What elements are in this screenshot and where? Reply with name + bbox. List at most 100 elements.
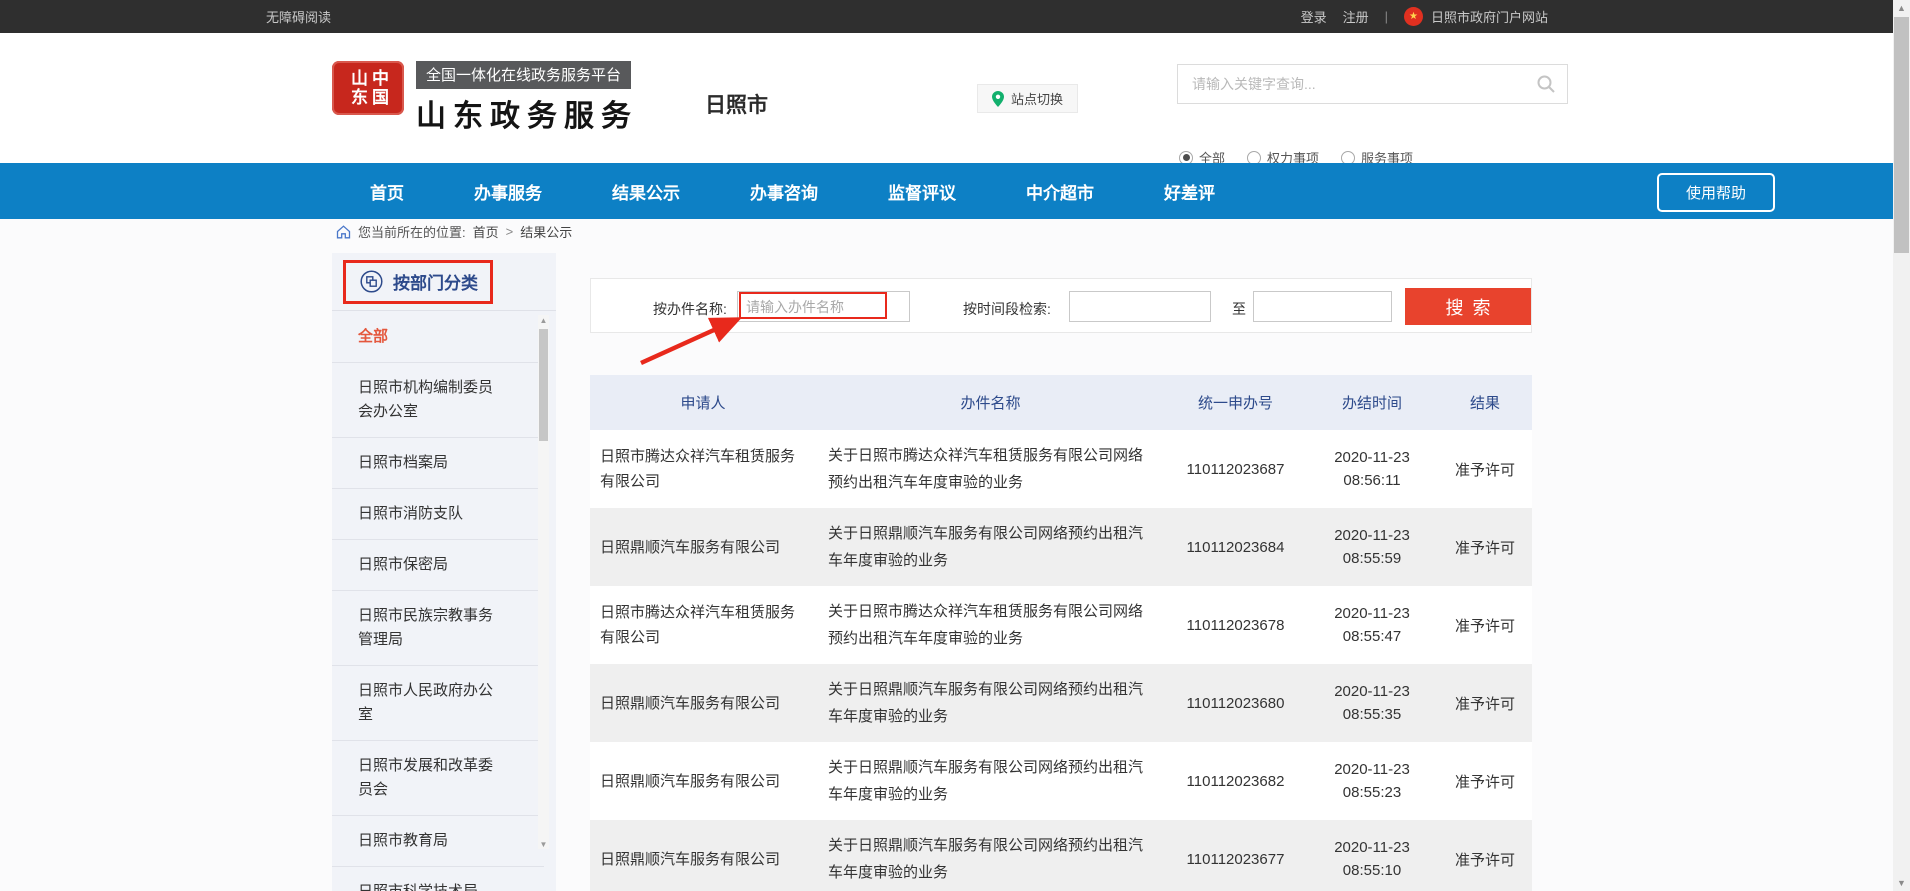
sidebar-item[interactable]: 日照市档案局 xyxy=(332,438,544,489)
nav-item-首页[interactable]: 首页 xyxy=(370,179,404,204)
site-switch-label: 站点切换 xyxy=(1011,89,1063,108)
sidebar-scroll-up-icon[interactable]: ▲ xyxy=(538,315,549,325)
cell-result: 准予许可 xyxy=(1438,771,1532,792)
sidebar-item[interactable]: 日照市教育局 xyxy=(332,816,544,867)
national-emblem-icon: ★ xyxy=(1404,7,1423,26)
home-icon xyxy=(336,225,351,239)
sidebar-item[interactable]: 全部 xyxy=(332,312,544,363)
sidebar-header: 按部门分类 xyxy=(332,253,556,311)
site-title: 山东政务服务 xyxy=(416,91,638,135)
nav-item-中介超市[interactable]: 中介超市 xyxy=(1026,179,1094,204)
cell-result: 准予许可 xyxy=(1438,537,1532,558)
cell-item-name: 关于日照鼎顺汽车服务有限公司网络预约出租汽车年度审验的业务 xyxy=(816,822,1165,891)
main-nav: 首页 办事服务 结果公示 办事咨询 监督评议 中介超市 好差评 使用帮助 xyxy=(0,163,1910,219)
cell-application-id: 110112023677 xyxy=(1165,851,1306,868)
department-category-icon xyxy=(360,270,383,293)
site-switch-button[interactable]: 站点切换 xyxy=(977,84,1078,113)
nav-item-监督评议[interactable]: 监督评议 xyxy=(888,179,956,204)
column-header: 申请人 xyxy=(590,392,816,413)
help-button[interactable]: 使用帮助 xyxy=(1657,173,1775,212)
search-button[interactable]: 搜索 xyxy=(1405,288,1531,325)
cell-applicant: 日照鼎顺汽车服务有限公司 xyxy=(590,837,816,882)
table-row: 日照市腾达众祥汽车租赁服务有限公司关于日照市腾达众祥汽车租赁服务有限公司网络预约… xyxy=(590,430,1532,508)
top-utility-bar: 无障碍阅读 登录 注册 | ★ 日照市政府门户网站 xyxy=(0,0,1910,33)
filter-date-label: 按时间段检索: xyxy=(963,299,1051,319)
search-icon[interactable] xyxy=(1525,74,1567,94)
date-to-input[interactable] xyxy=(1253,291,1392,322)
sidebar-scroll-down-icon[interactable]: ▼ xyxy=(538,839,549,849)
filter-name-label: 按办件名称: xyxy=(653,299,727,319)
table-row: 日照市腾达众祥汽车租赁服务有限公司关于日照市腾达众祥汽车租赁服务有限公司网络预约… xyxy=(590,586,1532,664)
column-header: 办结时间 xyxy=(1306,392,1438,413)
accessibility-link[interactable]: 无障碍阅读 xyxy=(266,7,331,26)
breadcrumb-separator: > xyxy=(506,224,514,239)
finish-date: 2020-11-23 xyxy=(1334,524,1410,547)
cell-result: 准予许可 xyxy=(1438,459,1532,480)
cell-result: 准予许可 xyxy=(1438,693,1532,714)
table-row: 日照鼎顺汽车服务有限公司关于日照鼎顺汽车服务有限公司网络预约出租汽车年度审验的业… xyxy=(590,664,1532,742)
finish-date: 2020-11-23 xyxy=(1334,836,1410,859)
cell-item-name: 关于日照市腾达众祥汽车租赁服务有限公司网络预约出租汽车年度审验的业务 xyxy=(816,432,1165,506)
nav-item-办事咨询[interactable]: 办事咨询 xyxy=(750,179,818,204)
sidebar-item[interactable]: 日照市机构编制委员会办公室 xyxy=(332,363,544,438)
page-scroll-down-icon[interactable]: ▼ xyxy=(1893,875,1910,891)
portal-link[interactable]: ★ 日照市政府门户网站 xyxy=(1404,7,1548,26)
finish-clock: 08:55:23 xyxy=(1343,781,1401,804)
keyword-search-input[interactable] xyxy=(1178,76,1525,92)
cell-finish-time: 2020-11-2308:56:11 xyxy=(1306,446,1438,492)
table-row: 日照鼎顺汽车服务有限公司关于日照鼎顺汽车服务有限公司网络预约出租汽车年度审验的业… xyxy=(590,508,1532,586)
site-logo[interactable]: 山东 中国 全国一体化在线政务服务平台 山东政务服务 xyxy=(332,61,638,135)
item-name-input[interactable] xyxy=(737,291,910,322)
nav-item-好差评[interactable]: 好差评 xyxy=(1164,179,1215,204)
cell-finish-time: 2020-11-2308:55:59 xyxy=(1306,524,1438,570)
page-scrollbar[interactable]: ▲ ▼ xyxy=(1893,0,1910,891)
topbar-separator: | xyxy=(1385,9,1388,24)
date-from-input[interactable] xyxy=(1069,291,1211,322)
cell-application-id: 110112023684 xyxy=(1165,539,1306,556)
cell-application-id: 110112023682 xyxy=(1165,773,1306,790)
finish-clock: 08:56:11 xyxy=(1343,469,1400,492)
breadcrumb-current[interactable]: 结果公示 xyxy=(520,222,572,241)
sidebar-item[interactable]: 日照市科学技术局 xyxy=(332,867,544,891)
nav-item-办事服务[interactable]: 办事服务 xyxy=(474,179,542,204)
sidebar-item[interactable]: 日照市保密局 xyxy=(332,540,544,591)
keyword-search-box xyxy=(1177,64,1568,104)
sidebar-scroll-thumb[interactable] xyxy=(539,329,548,441)
breadcrumb: 您当前所在的位置: 首页 > 结果公示 xyxy=(336,222,572,241)
nav-item-结果公示[interactable]: 结果公示 xyxy=(612,179,680,204)
logo-text: 全国一体化在线政务服务平台 山东政务服务 xyxy=(416,61,638,135)
seal-text-right: 中国 xyxy=(370,69,387,107)
cell-applicant: 日照市腾达众祥汽车租赁服务有限公司 xyxy=(590,434,816,504)
filter-bar: 按办件名称: 按时间段检索: 至 搜索 xyxy=(590,278,1532,333)
finish-clock: 08:55:47 xyxy=(1343,625,1401,648)
cell-item-name: 关于日照鼎顺汽车服务有限公司网络预约出租汽车年度审验的业务 xyxy=(816,744,1165,818)
topbar-right-group: 登录 注册 | ★ 日照市政府门户网站 xyxy=(1301,7,1548,26)
cell-applicant: 日照鼎顺汽车服务有限公司 xyxy=(590,525,816,570)
sidebar-item[interactable]: 日照市消防支队 xyxy=(332,489,544,540)
page-scroll-thumb[interactable] xyxy=(1894,17,1909,253)
cell-finish-time: 2020-11-2308:55:47 xyxy=(1306,602,1438,648)
city-name: 日照市 xyxy=(705,89,768,119)
platform-badge: 全国一体化在线政务服务平台 xyxy=(416,61,631,89)
sidebar-item[interactable]: 日照市发展和改革委员会 xyxy=(332,741,544,816)
cell-finish-time: 2020-11-2308:55:23 xyxy=(1306,758,1438,804)
breadcrumb-home[interactable]: 首页 xyxy=(473,222,499,241)
sidebar-title: 按部门分类 xyxy=(393,269,478,294)
department-list: 全部日照市机构编制委员会办公室日照市档案局日照市消防支队日照市保密局日照市民族宗… xyxy=(332,312,544,891)
register-link[interactable]: 注册 xyxy=(1343,7,1369,26)
table-row: 日照鼎顺汽车服务有限公司关于日照鼎顺汽车服务有限公司网络预约出租汽车年度审验的业… xyxy=(590,742,1532,820)
page-scroll-up-icon[interactable]: ▲ xyxy=(1893,0,1910,16)
finish-clock: 08:55:35 xyxy=(1343,703,1401,726)
column-header: 结果 xyxy=(1438,392,1532,413)
cell-item-name: 关于日照鼎顺汽车服务有限公司网络预约出租汽车年度审验的业务 xyxy=(816,666,1165,740)
sidebar-item[interactable]: 日照市民族宗教事务管理局 xyxy=(332,591,544,666)
login-link[interactable]: 登录 xyxy=(1301,7,1327,26)
cell-result: 准予许可 xyxy=(1438,615,1532,636)
table-header-row: 申请人办件名称统一申办号办结时间结果 xyxy=(590,375,1532,430)
sidebar-item[interactable]: 日照市人民政府办公室 xyxy=(332,666,544,741)
finish-date: 2020-11-23 xyxy=(1334,446,1410,469)
sidebar-scrollbar[interactable]: ▲ ▼ xyxy=(538,315,549,849)
cell-applicant: 日照市腾达众祥汽车租赁服务有限公司 xyxy=(590,590,816,660)
cell-item-name: 关于日照鼎顺汽车服务有限公司网络预约出租汽车年度审验的业务 xyxy=(816,510,1165,584)
cell-application-id: 110112023687 xyxy=(1165,461,1306,478)
